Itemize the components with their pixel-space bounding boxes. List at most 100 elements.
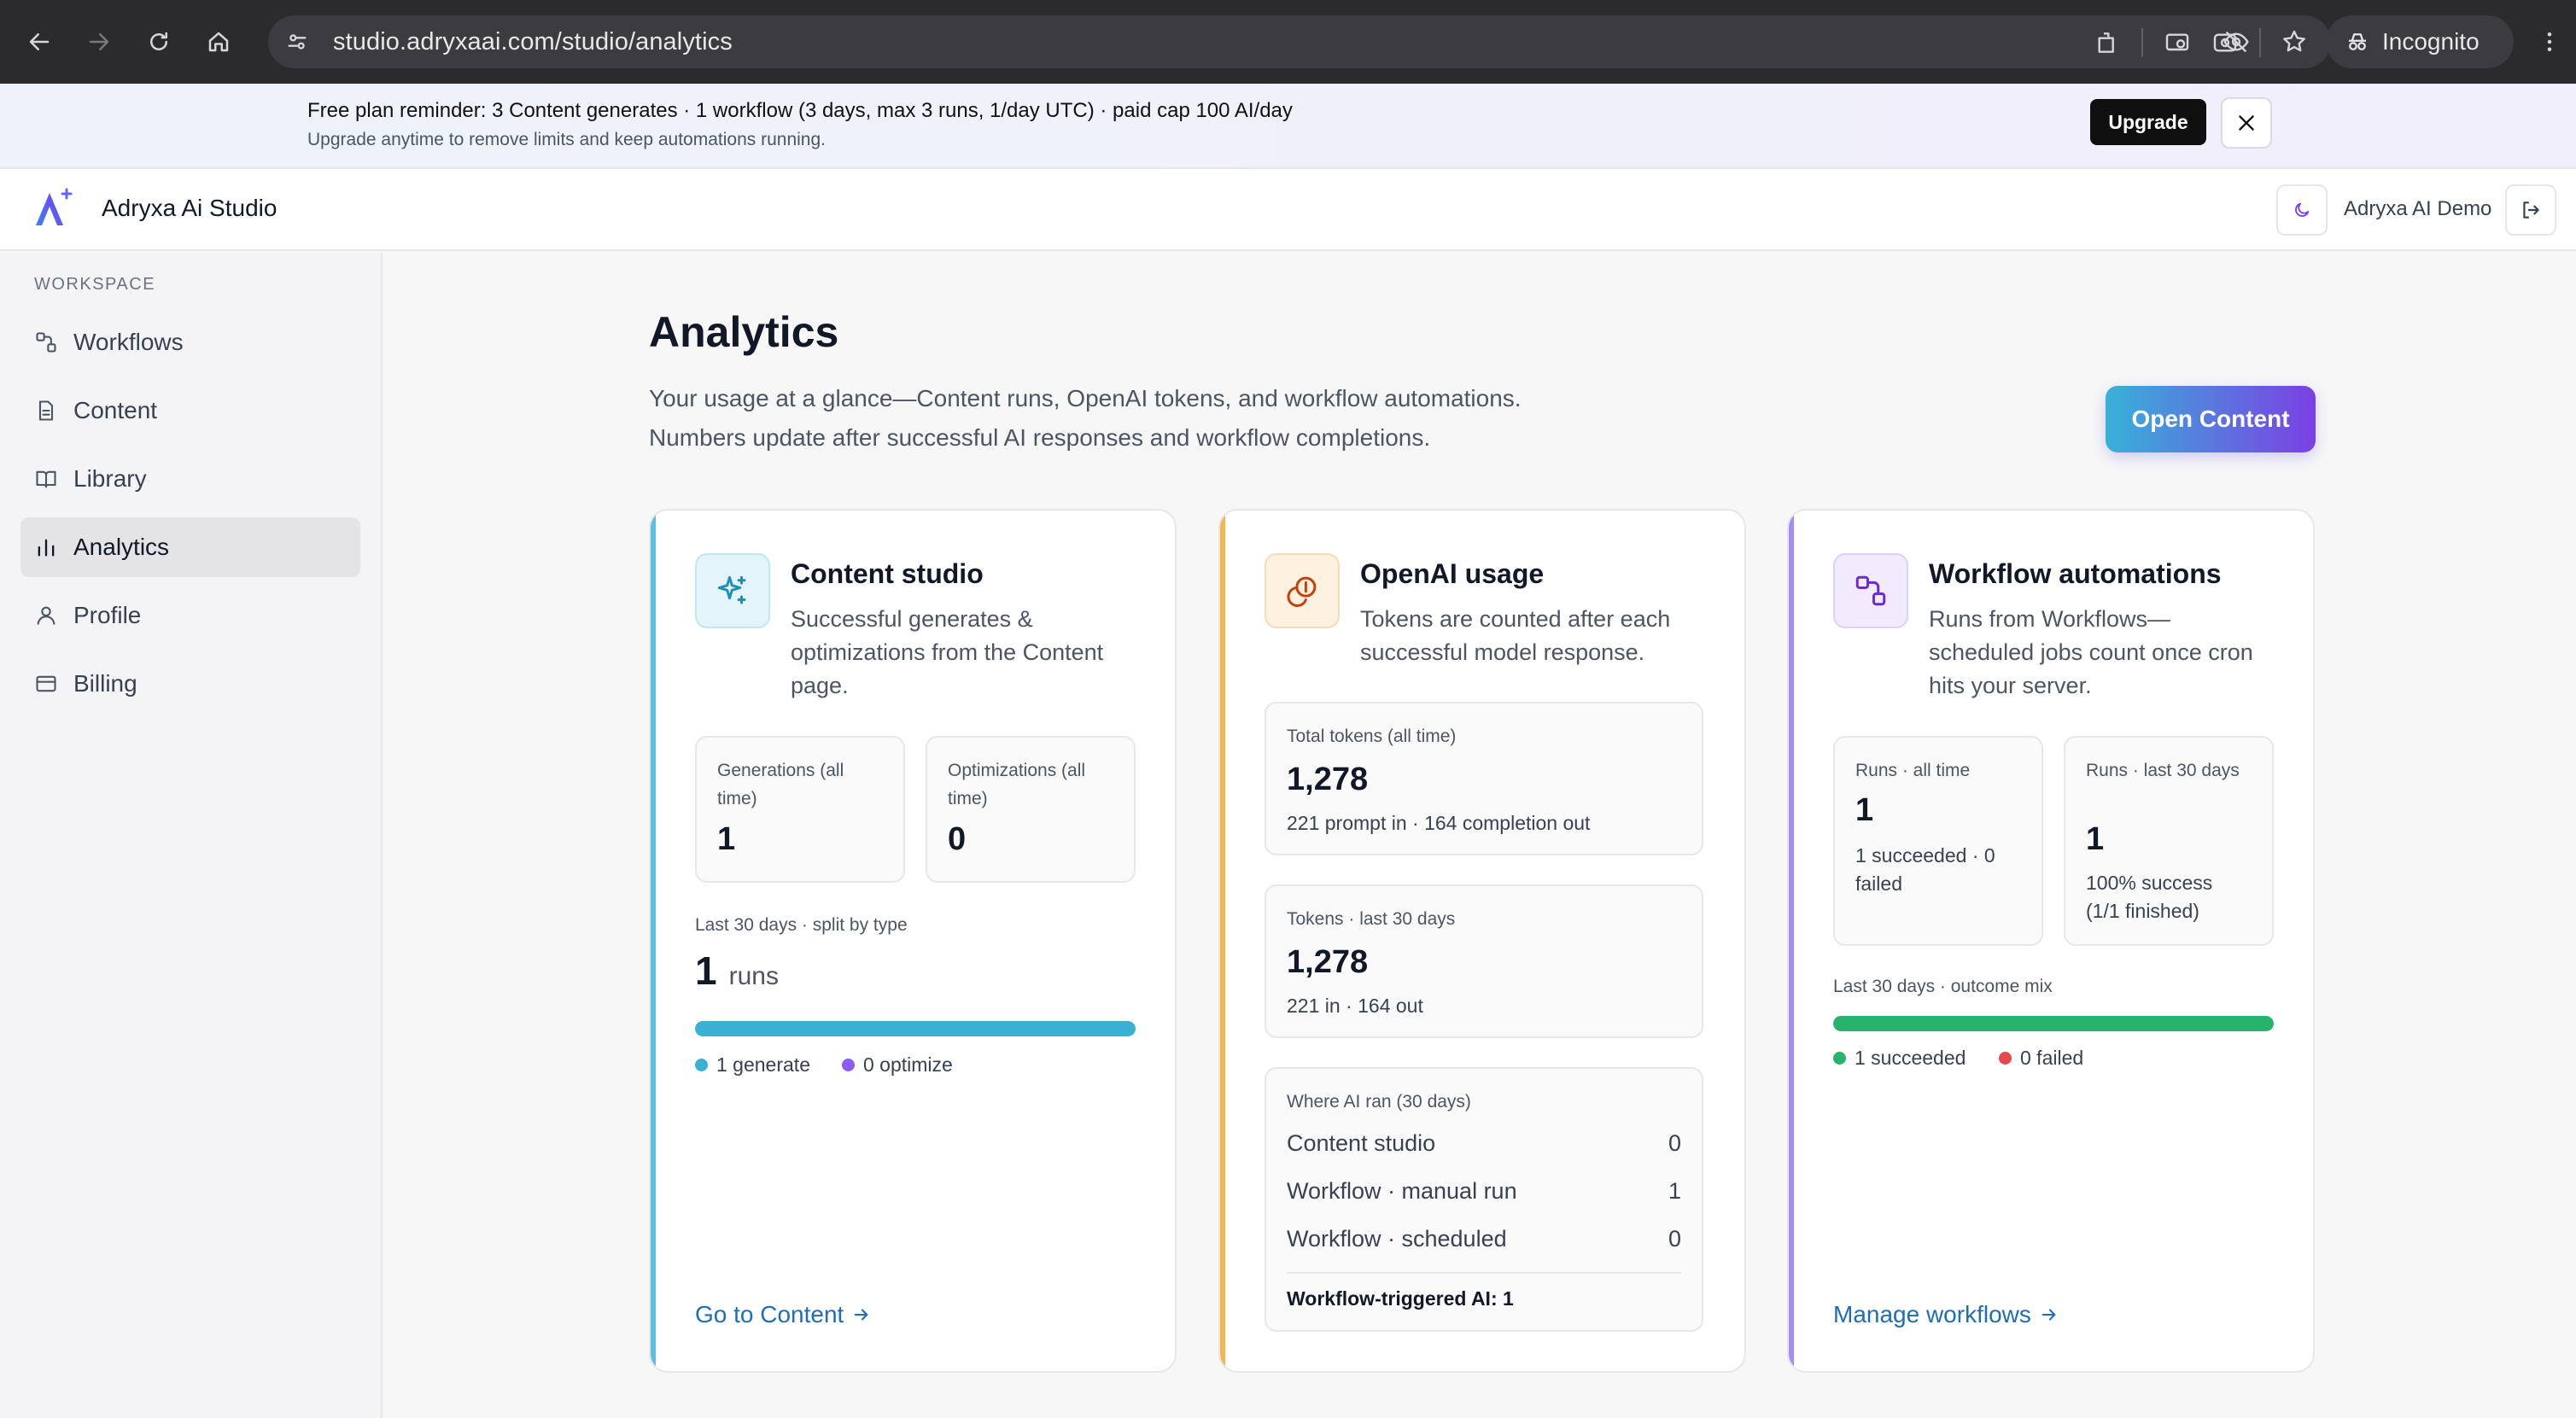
site-settings-icon[interactable]: [278, 23, 316, 61]
stat-value: 1: [717, 821, 736, 857]
stat-label: Where AI ran (30 days): [1287, 1092, 1471, 1112]
manage-workflows-link[interactable]: Manage workflows: [1833, 1301, 2059, 1328]
sidebar-item-workflows[interactable]: Workflows: [20, 312, 360, 372]
stat-label: Runs · last 30 days: [2086, 761, 2240, 780]
document-icon: [34, 399, 58, 423]
address-bar[interactable]: studio.adryxaai.com/studio/analytics: [268, 15, 2331, 68]
stat-value: 0: [948, 821, 967, 857]
arrow-right-icon: [852, 1305, 871, 1324]
url-text[interactable]: studio.adryxaai.com/studio/analytics: [333, 28, 733, 56]
app-header: Adryxa Ai Studio Adryxa AI Demo: [0, 169, 2576, 251]
runs-last-30-stat: Runs · last 30 days 1 100% success (1/1 …: [2064, 736, 2274, 946]
total-tokens-stat: Total tokens (all time) 1,278 221 prompt…: [1265, 702, 1703, 855]
stat-sub: 100% success (1/1 finished): [2086, 872, 2213, 922]
bar-chart-icon: [34, 535, 58, 559]
where-row: Workflow · scheduled 0: [1287, 1226, 1681, 1252]
screenshot-icon[interactable]: [2201, 19, 2249, 67]
sidebar-item-profile[interactable]: Profile: [20, 586, 360, 645]
open-content-button[interactable]: Open Content: [2106, 386, 2316, 452]
toolbar-divider: [2141, 28, 2143, 57]
forward-icon[interactable]: [75, 18, 123, 66]
sidebar-item-label: Library: [73, 465, 147, 492]
workflow-icon: [1833, 553, 1908, 628]
legend-label: 1 succeeded: [1855, 1047, 1966, 1069]
sidebar-item-library[interactable]: Library: [20, 449, 360, 509]
logout-icon: [2520, 199, 2542, 221]
logout-button[interactable]: [2505, 184, 2556, 236]
where-row: Content studio 0: [1287, 1130, 1681, 1157]
toolbar-divider: [2259, 28, 2261, 57]
incognito-label: Incognito: [2382, 28, 2480, 55]
tokens-last-30-stat: Tokens · last 30 days 1,278 221 in · 164…: [1265, 884, 1703, 1038]
extensions-icon[interactable]: [2083, 19, 2131, 67]
legend-optimize: 0 optimize: [842, 1053, 953, 1077]
where-ai-ran-box: Where AI ran (30 days) Content studio 0 …: [1265, 1067, 1703, 1332]
stat-label: Generations (all time): [717, 761, 844, 808]
legend-succeeded: 1 succeeded: [1833, 1047, 1966, 1070]
banner-subtitle: Upgrade anytime to remove limits and kee…: [307, 130, 826, 149]
where-row-label: Workflow · manual run: [1287, 1178, 1517, 1204]
legend-label: 1 generate: [716, 1053, 810, 1076]
optimize-dot: [842, 1059, 855, 1071]
stat-label: Total tokens (all time): [1287, 727, 1457, 746]
runs-value: 1: [695, 948, 717, 993]
where-row-value: 0: [1668, 1226, 1681, 1252]
link-label: Go to Content: [695, 1301, 844, 1328]
brand-logo-icon[interactable]: [32, 186, 77, 230]
card-title: OpenAI usage: [1360, 558, 1545, 589]
stat-value: 1,278: [1287, 762, 1369, 797]
moon-icon: [2293, 201, 2311, 219]
openai-usage-card: OpenAI usage Tokens are counted after ea…: [1218, 509, 1746, 1373]
link-label: Manage workflows: [1833, 1301, 2031, 1328]
stat-value: 1: [1855, 792, 1874, 828]
browser-toolbar: studio.adryxaai.com/studio/analytics Inc…: [0, 0, 2576, 84]
outcome-mix-bar: [1833, 1016, 2274, 1031]
incognito-badge[interactable]: Incognito: [2326, 15, 2514, 68]
close-icon: [2235, 112, 2258, 134]
sidebar-item-analytics[interactable]: Analytics: [20, 517, 360, 577]
sidebar-item-label: Content: [73, 397, 158, 423]
close-banner-button[interactable]: [2221, 97, 2272, 149]
user-icon: [34, 604, 58, 627]
where-row-label: Workflow · scheduled: [1287, 1226, 1507, 1252]
go-to-content-link[interactable]: Go to Content: [695, 1301, 871, 1328]
theme-toggle-button[interactable]: [2276, 184, 2328, 236]
plan-reminder-banner: Free plan reminder: 3 Content generates …: [0, 84, 2576, 169]
more-vert-icon[interactable]: [2526, 18, 2573, 66]
runs-total: 1 runs: [695, 948, 779, 994]
card-accent-bar: [1220, 511, 1225, 1371]
outcome-mix-label: Last 30 days · outcome mix: [1833, 977, 2053, 996]
coins-icon: [1265, 553, 1340, 628]
where-row-value: 1: [1668, 1178, 1681, 1204]
divider: [1287, 1272, 1681, 1274]
sidebar-item-label: Workflows: [73, 329, 184, 355]
page-subtitle: Your usage at a glance—Content runs, Ope…: [649, 379, 1522, 458]
home-icon[interactable]: [195, 18, 242, 66]
stat-value: 1,278: [1287, 944, 1369, 980]
page-title: Analytics: [649, 308, 839, 356]
generate-fill: [695, 1021, 1136, 1036]
upgrade-button[interactable]: Upgrade: [2090, 99, 2206, 145]
cast-icon[interactable]: [2153, 19, 2201, 67]
generate-optimize-bar: [695, 1021, 1136, 1036]
credit-card-icon: [34, 672, 58, 696]
sidebar-item-content[interactable]: Content: [20, 381, 360, 441]
back-icon[interactable]: [15, 18, 63, 66]
runs-unit: runs: [728, 962, 779, 990]
sidebar-item-billing[interactable]: Billing: [20, 654, 360, 714]
card-accent-bar: [1789, 511, 1794, 1371]
user-name: Adryxa AI Demo: [2344, 197, 2492, 220]
where-row-label: Content studio: [1287, 1130, 1436, 1156]
stat-label: Optimizations (all time): [948, 761, 1086, 808]
sidebar: WORKSPACE Workflows Content Library Anal…: [0, 253, 383, 1418]
card-description: Tokens are counted after each successful…: [1360, 606, 1671, 665]
runs-all-time-stat: Runs · all time 1 1 succeeded · 0 failed: [1833, 736, 2043, 946]
legend-generate: 1 generate: [695, 1053, 810, 1077]
card-title: Content studio: [791, 558, 984, 589]
sidebar-item-label: Profile: [73, 602, 142, 628]
star-icon[interactable]: [2275, 22, 2314, 61]
reload-icon[interactable]: [135, 18, 183, 66]
card-title: Workflow automations: [1929, 558, 2222, 589]
stat-value: 1: [2086, 821, 2105, 857]
workflow-automations-card: Workflow automations Runs from Workflows…: [1787, 509, 2315, 1373]
